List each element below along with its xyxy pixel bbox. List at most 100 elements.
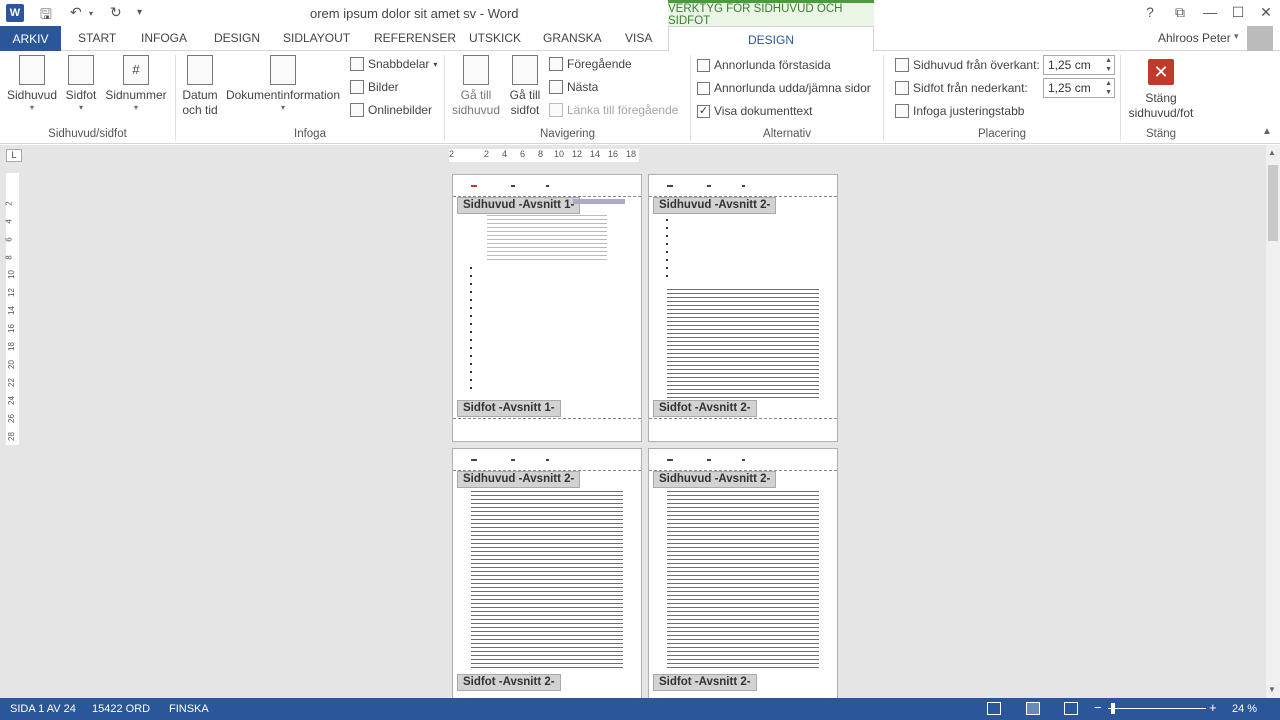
page-count[interactable]: SIDA 1 AV 24 — [10, 703, 76, 715]
go-to-header-button[interactable]: Gå till sidhuvud — [450, 55, 502, 118]
tab-selector[interactable]: L — [6, 149, 22, 162]
undo-icon[interactable]: ↶ — [70, 4, 82, 21]
tab-file[interactable]: ARKIV — [0, 26, 61, 51]
close-icon: ✕ — [1148, 59, 1174, 85]
tab-references[interactable]: REFERENSER — [374, 31, 456, 45]
online-picture-icon — [350, 103, 364, 117]
tab-design[interactable]: DESIGN — [214, 31, 260, 45]
previous-section-button[interactable]: Föregående — [549, 57, 632, 71]
different-odd-even-checkbox[interactable]: Annorlunda udda/jämna sidor — [697, 81, 871, 95]
horizontal-ruler[interactable]: 2 2 4 6 8 10 12 14 16 18 — [449, 149, 639, 162]
page-number-button[interactable]: # Sidnummer ▾ — [104, 55, 168, 113]
go-to-footer-button[interactable]: Gå till sidfot — [504, 55, 546, 118]
document-info-button[interactable]: Dokumentinformation ▾ — [222, 55, 344, 113]
group-label-header-footer: Sidhuvud/sidfot — [48, 128, 127, 140]
avatar[interactable] — [1247, 26, 1273, 51]
vertical-scrollbar[interactable]: ▲ ▼ — [1266, 145, 1280, 698]
document-text — [487, 215, 607, 263]
group-label-insert: Infoga — [294, 128, 326, 140]
close-button[interactable]: ✕ — [1256, 4, 1276, 21]
print-layout-icon[interactable] — [1026, 702, 1040, 715]
group-label-close: Stäng — [1145, 128, 1177, 140]
vertical-ruler[interactable]: 2 4 6 8 10 12 14 16 18 20 22 24 26 28 — [5, 173, 19, 445]
zoom-in-button[interactable]: + — [1209, 700, 1217, 715]
zoom-level[interactable]: 24 % — [1232, 703, 1257, 715]
word-count[interactable]: 15422 ORD — [92, 703, 150, 715]
go-to-header-icon — [463, 55, 489, 85]
save-icon[interactable]: 🖫 — [40, 4, 52, 28]
document-text — [667, 491, 819, 671]
title-bar: W 🖫 ↶ ▾ ↻ ▾ orem ipsum dolor sit amet sv… — [0, 0, 1280, 28]
document-workspace[interactable]: L 2 2 4 6 8 10 12 14 16 18 2 4 6 8 10 12… — [0, 145, 1266, 698]
user-dropdown-icon[interactable]: ▾ — [1234, 31, 1239, 42]
quick-parts-button[interactable]: Snabbdelar ▾ — [350, 57, 437, 71]
tab-insert[interactable]: INFOGA — [141, 31, 187, 45]
context-tab-group-label: VERKTYG FÖR SIDHUVUD OCH SIDFOT — [668, 0, 874, 27]
undo-dropdown-icon[interactable]: ▾ — [89, 9, 93, 18]
ribbon-tabs: ARKIV START INFOGA DESIGN SIDLAYOUT REFE… — [0, 26, 1280, 52]
close-header-footer-button[interactable]: ✕ Stäng sidhuvud/fot — [1122, 59, 1200, 121]
footer-section-tag: Sidfot -Avsnitt 2- — [457, 674, 561, 691]
link-icon — [549, 103, 563, 117]
scrollbar-thumb[interactable] — [1268, 165, 1278, 241]
online-pictures-button[interactable]: Onlinebilder — [350, 103, 432, 117]
page-thumbnail[interactable]: Sidhuvud -Avsnitt 2- Sidfot -Avsnitt 2- — [452, 448, 642, 698]
footer-section-tag: Sidfot -Avsnitt 1- — [457, 400, 561, 417]
footer-position-spinner[interactable]: 1,25 cm ▲ ▼ — [1043, 78, 1115, 98]
header-icon — [19, 55, 45, 85]
tab-start[interactable]: START — [78, 31, 116, 45]
user-name[interactable]: Ahlroos Peter — [1158, 31, 1231, 45]
insert-alignment-tab-button[interactable]: Infoga justeringstabb — [895, 104, 1024, 118]
scroll-down-icon[interactable]: ▼ — [1268, 685, 1276, 694]
minimize-button[interactable]: — — [1200, 4, 1220, 20]
tab-layout[interactable]: SIDLAYOUT — [283, 31, 350, 45]
header-position-icon — [895, 58, 909, 72]
footer-section-tag: Sidfot -Avsnitt 2- — [653, 674, 757, 691]
page-thumbnail[interactable]: Sidhuvud -Avsnitt 2- Sidfot -Avsnitt 2- — [648, 448, 838, 698]
picture-icon — [350, 80, 364, 94]
link-to-previous-button[interactable]: Länka till föregående — [549, 103, 678, 117]
scroll-up-icon[interactable]: ▲ — [1268, 148, 1276, 157]
calendar-clock-icon — [187, 55, 213, 85]
different-first-page-checkbox[interactable]: Annorlunda förstasida — [697, 58, 831, 72]
zoom-slider[interactable] — [1108, 708, 1206, 709]
date-time-button[interactable]: Datum och tid — [180, 55, 220, 118]
document-text — [471, 491, 623, 671]
help-button[interactable]: ? — [1140, 4, 1160, 20]
zoom-out-button[interactable]: − — [1094, 700, 1102, 715]
group-label-navigation: Navigering — [540, 128, 595, 140]
ribbon-display-options-button[interactable]: ⧉ — [1170, 4, 1190, 21]
read-mode-icon[interactable] — [987, 702, 1001, 715]
page-thumbnail[interactable]: Sidhuvud -Avsnitt 1- Sidfot -Avsnitt 1- — [452, 174, 642, 442]
word-app-icon[interactable]: W — [6, 4, 24, 22]
zoom-slider-handle[interactable] — [1111, 703, 1115, 714]
footer-button[interactable]: Sidfot ▾ — [62, 55, 100, 113]
web-layout-icon[interactable] — [1064, 702, 1078, 715]
tab-review[interactable]: GRANSKA — [543, 31, 602, 45]
status-bar: SIDA 1 AV 24 15422 ORD FINSKA − + 24 % — [0, 698, 1280, 720]
quick-parts-icon — [350, 57, 364, 71]
header-button[interactable]: Sidhuvud ▾ — [6, 55, 58, 113]
pictures-button[interactable]: Bilder — [350, 80, 399, 94]
header-from-top-label: Sidhuvud från överkant: — [895, 58, 1040, 72]
tab-view[interactable]: VISA — [625, 31, 652, 45]
maximize-button[interactable]: ☐ — [1228, 4, 1248, 21]
footer-from-bottom-label: Sidfot från nederkant: — [895, 81, 1028, 95]
ribbon: Sidhuvud ▾ Sidfot ▾ # Sidnummer ▾ Sidhuv… — [0, 51, 1280, 144]
language[interactable]: FINSKA — [169, 703, 209, 715]
customize-qat-icon[interactable]: ▾ — [137, 7, 142, 18]
bullet-list — [666, 219, 668, 283]
redo-icon[interactable]: ↻ — [110, 4, 122, 21]
collapse-ribbon-icon[interactable]: ▲ — [1262, 126, 1272, 137]
tab-mailings[interactable]: UTSKICK — [469, 31, 521, 45]
page-thumbnail[interactable]: Sidhuvud -Avsnitt 2- Sidfot -Avsnitt 2- — [648, 174, 838, 442]
show-document-text-checkbox[interactable]: ✓ Visa dokumenttext — [697, 104, 813, 118]
footer-section-tag: Sidfot -Avsnitt 2- — [653, 400, 757, 417]
header-position-spinner[interactable]: 1,25 cm ▲ ▼ — [1043, 55, 1115, 75]
footer-boundary — [453, 418, 641, 419]
group-label-options: Alternativ — [763, 128, 811, 140]
go-to-footer-icon — [512, 55, 538, 85]
previous-icon — [549, 57, 563, 71]
next-section-button[interactable]: Nästa — [549, 80, 598, 94]
tab-header-footer-design[interactable]: DESIGN — [668, 26, 874, 52]
